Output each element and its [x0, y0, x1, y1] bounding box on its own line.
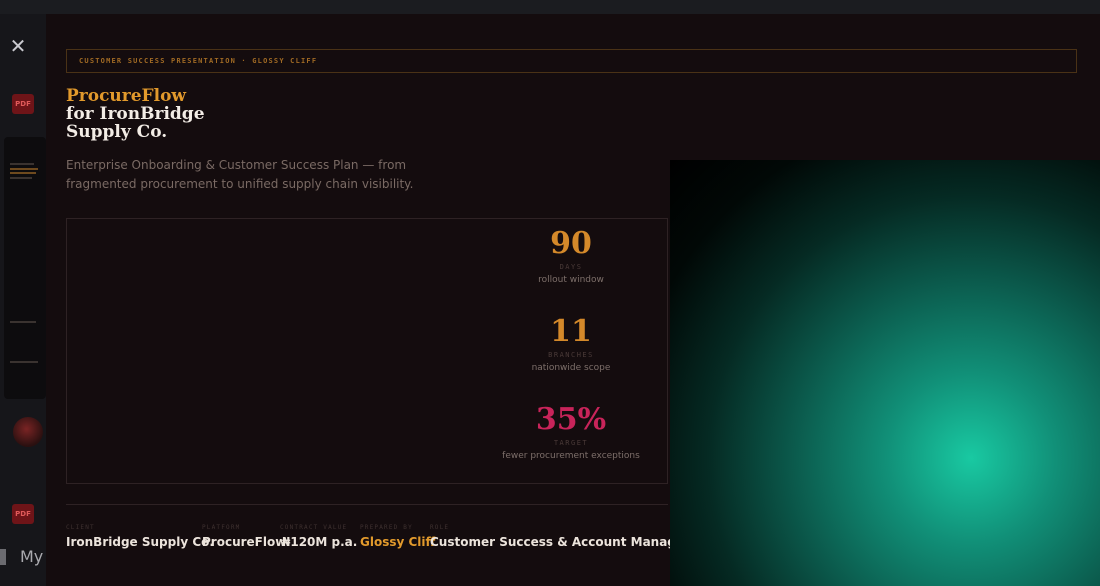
pdf-file-icon-2[interactable]: PDF — [12, 504, 34, 524]
stats-panel: 90 DAYS rollout window 11 BRANCHES natio… — [66, 218, 668, 484]
stat-desc: nationwide scope — [531, 363, 611, 373]
stat-desc: rollout window — [538, 275, 604, 285]
my-label[interactable]: My — [20, 547, 43, 566]
role-label: ROLE — [430, 524, 450, 531]
stat-unit: BRANCHES — [548, 351, 594, 359]
stat-desc: fewer procurement exceptions — [502, 451, 640, 461]
stat-number: 90 — [550, 226, 592, 261]
platform-value: ProcureFlow — [202, 535, 287, 549]
slide-thumbnail[interactable] — [4, 137, 46, 399]
stat-branches: 11 BRANCHES nationwide scope — [471, 314, 671, 374]
stat-number: 11 — [550, 314, 592, 349]
stat-unit: DAYS — [559, 263, 583, 271]
file-icon — [0, 549, 6, 565]
stat-target: 35% TARGET fewer procurement exceptions — [471, 402, 671, 462]
prepared-label: PREPARED BY — [360, 524, 413, 531]
prepared-value: Glossy Cliff — [360, 535, 436, 549]
stat-number: 35% — [535, 402, 607, 437]
contract-value: ₦120M p.a. — [282, 535, 358, 549]
title-accent: ProcureFlow — [66, 86, 187, 106]
close-icon[interactable]: ✕ — [8, 36, 28, 56]
webcam-overlay — [670, 160, 1100, 586]
slide-kicker: CUSTOMER SUCCESS PRESENTATION · GLOSSY C… — [66, 49, 1077, 73]
client-label: CLIENT — [66, 524, 95, 531]
footer-divider — [66, 504, 668, 505]
platform-label: PLATFORM — [202, 524, 241, 531]
stat-rollout: 90 DAYS rollout window — [471, 226, 671, 286]
stat-unit: TARGET — [553, 439, 589, 447]
role-value: Customer Success & Account Manager — [430, 535, 690, 549]
title-line-2: Supply Co. — [66, 122, 168, 142]
client-value: IronBridge Supply Co. — [66, 535, 214, 549]
avatar[interactable] — [13, 417, 43, 447]
slide-subtitle: Enterprise Onboarding & Customer Success… — [66, 158, 414, 191]
contract-label: CONTRACT VALUE — [280, 524, 348, 531]
title-line-1: for IronBridge — [66, 104, 205, 124]
viewer-top-bar — [0, 0, 1100, 14]
kicker-text: CUSTOMER SUCCESS PRESENTATION · GLOSSY C… — [79, 57, 318, 65]
slide-title: ProcureFlow for IronBridge Supply Co. — [66, 87, 205, 141]
pdf-file-icon[interactable]: PDF — [12, 94, 34, 114]
